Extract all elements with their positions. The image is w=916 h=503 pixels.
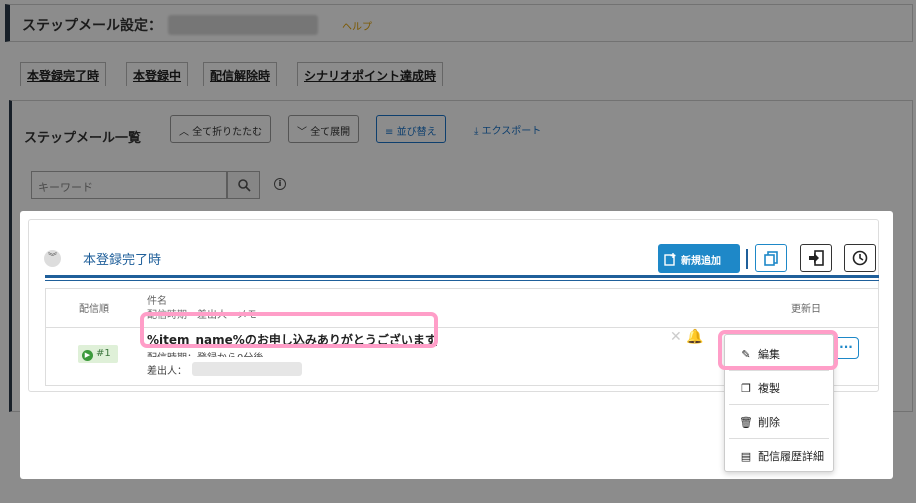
chevron-down-icon: ﹀ <box>297 127 307 138</box>
redacted-name <box>168 15 318 35</box>
col-subject-header: 件名 <box>147 296 167 307</box>
mail-timing: 配信時期：登録から0分後 <box>147 349 263 357</box>
play-icon: ▶ <box>82 350 93 361</box>
actions-dropdown: ✎ 編集 ❐ 複製 🗑 削除 ▤ 配信履歴詳細 <box>724 334 834 472</box>
search-icon <box>237 179 251 192</box>
download-icon: ⤓ <box>474 126 479 137</box>
menu-item-edit[interactable]: ✎ 編集 <box>725 337 833 370</box>
keyword-search-input[interactable]: キーワード <box>31 171 227 199</box>
user-off-icon: ✕ <box>670 329 682 345</box>
tab-scenario-point[interactable]: シナリオポイント達成時 <box>297 62 444 86</box>
menu-item-delivery-history[interactable]: ▤ 配信履歴詳細 <box>725 439 833 472</box>
menu-item-duplicate[interactable]: ❐ 複製 <box>725 371 833 404</box>
menu-item-delete[interactable]: 🗑 削除 <box>725 405 833 438</box>
col-updated-header: 更新日 <box>791 304 821 315</box>
mail-subject-link[interactable]: %item_name%のお申し込みありがとうございます <box>147 331 437 348</box>
order-badge: ▶ #1 <box>78 345 118 363</box>
sort-icon: ≡ <box>385 127 394 138</box>
toolbar-divider <box>746 249 748 269</box>
col-order-header: 配信順 <box>79 304 109 315</box>
more-actions-button[interactable]: ··· <box>833 337 859 359</box>
page-title: ステップメール設定： <box>22 18 162 34</box>
history-button[interactable] <box>844 244 876 272</box>
group-rule <box>45 275 879 278</box>
import-button[interactable] <box>800 244 832 272</box>
pencil-icon: ✎ <box>741 348 751 361</box>
expand-all-button[interactable]: ﹀ 全て展開 <box>288 115 360 143</box>
sender-label: 差出人： <box>147 366 187 377</box>
chevron-up-icon: ︿ <box>179 127 189 138</box>
tab-unsubscribe[interactable]: 配信解除時 <box>203 62 278 86</box>
collapse-toggle-icon[interactable]: ︾ <box>44 250 61 267</box>
add-new-button[interactable]: 新規追加 <box>658 244 740 273</box>
section-title: ステップメール一覧 <box>24 131 142 146</box>
page-header: ステップメール設定： ヘルプ <box>5 4 913 42</box>
tab-registration-complete[interactable]: 本登録完了時 <box>20 62 107 86</box>
export-button[interactable]: ⤓ エクスポート <box>474 122 541 137</box>
add-mail-icon <box>664 253 676 266</box>
trash-icon: 🗑 <box>739 416 753 429</box>
sort-button[interactable]: ≡ 並び替え <box>376 115 446 143</box>
copy-icon <box>764 251 778 266</box>
help-link[interactable]: ヘルプ <box>342 18 372 33</box>
redacted-sender <box>192 362 302 376</box>
copy-group-button[interactable] <box>755 244 787 272</box>
history-icon: ▤ <box>740 450 752 463</box>
clock-icon <box>852 250 868 266</box>
row-divider <box>46 327 878 328</box>
row-status-icons: ✕ 🔔 <box>670 329 704 345</box>
col-subject-sub-header: 配信時期・差出人・メモ <box>147 310 257 321</box>
search-button[interactable] <box>227 171 260 199</box>
group-rule-thin <box>45 280 879 281</box>
bell-icon: 🔔 <box>686 329 704 345</box>
group-title: 本登録完了時 <box>83 253 162 268</box>
copy-icon: ❐ <box>741 382 751 395</box>
collapse-all-button[interactable]: ︿ 全て折りたたむ <box>170 115 272 143</box>
info-icon[interactable]: i <box>274 178 286 190</box>
import-icon <box>809 250 824 266</box>
tab-registering[interactable]: 本登録中 <box>126 62 189 86</box>
